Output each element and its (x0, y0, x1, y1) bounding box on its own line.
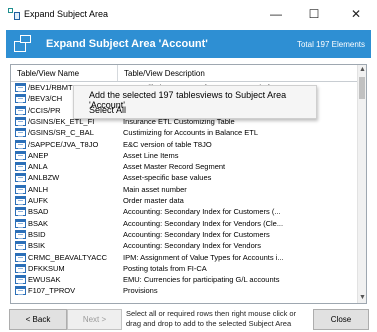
table-name-cell: BSIK (28, 241, 46, 251)
table-description-cell: Posting totals from FI-CA (123, 263, 207, 273)
table-description-cell: Order master data (123, 196, 184, 205)
table-icon (15, 173, 26, 183)
table-icon (15, 162, 26, 172)
expand-area-icon (14, 35, 32, 53)
table-icon (15, 207, 26, 217)
table-description-cell: Provisions (123, 286, 158, 296)
table-description-cell: Asset-specific base values (123, 173, 212, 183)
table-row[interactable]: CRMC_BEAVALTYACC IPM: Assignment of Value… (11, 252, 358, 263)
column-header-name[interactable]: Table/View Name (11, 65, 118, 81)
table-description-cell: Main asset number (123, 184, 187, 194)
maximize-button[interactable]: ☐ (296, 0, 332, 27)
table-description-cell: Asset Line Items (123, 150, 179, 160)
table-name-cell: BSID (28, 229, 46, 239)
banner-title: Expand Subject Area 'Account' (46, 38, 208, 50)
table-row[interactable]: ANLBZW Asset-specific base values (11, 172, 358, 183)
back-button[interactable]: < Back (9, 309, 67, 330)
table-name-cell: ANLH (28, 184, 49, 194)
vertical-scrollbar[interactable]: ▲ ▼ (357, 65, 366, 303)
table-description-cell: EMU: Currencies for participating G/L ac… (123, 275, 280, 285)
table-row[interactable]: ANLA Asset Master Record Segment (11, 161, 358, 172)
table-row[interactable]: EWUSAK EMU: Currencies for participating … (11, 274, 358, 285)
table-name-cell: CRMC_BEAVALTYACC (28, 252, 108, 262)
table-row[interactable]: BSID Accounting: Secondary Index for Cust… (11, 229, 358, 240)
table-icon (15, 128, 26, 138)
instruction-hint: Select all or required rows then right m… (126, 309, 297, 328)
table-description-cell: Accounting: Secondary Index for Customer… (123, 229, 270, 239)
table-name-cell: DFKKSUM (28, 263, 65, 273)
table-icon (15, 229, 26, 239)
header-banner: Expand Subject Area 'Account' Total 197 … (6, 30, 371, 58)
table-name-cell: BSAK (28, 218, 49, 228)
table-row[interactable]: ANLH Main asset number (11, 184, 358, 195)
table-row[interactable]: BSIK Accounting: Secondary Index for Vend… (11, 240, 358, 251)
table-icon (15, 241, 26, 251)
table-name-cell: /SAPPCE/JVA_T8JO (28, 139, 99, 149)
table-icon (15, 94, 26, 104)
table-row[interactable]: /GSINS/SR_C_BAL Custimizing for Accounts … (11, 127, 358, 138)
table-icon (15, 252, 26, 262)
table-icon (15, 83, 26, 92)
table-name-cell: AUFK (28, 196, 49, 205)
table-row[interactable]: F107_TPROV Provisions (11, 285, 358, 296)
table-icon (15, 105, 26, 115)
table-name-cell: /GSINS/SR_C_BAL (28, 128, 94, 138)
app-icon (8, 7, 20, 20)
table-icon (15, 116, 26, 126)
table-description-cell: Asset Master Record Segment (123, 162, 226, 172)
table-description-cell: IPM: Assignment of Value Types for Accou… (123, 252, 284, 262)
next-button[interactable]: Next > (67, 309, 122, 330)
table-description-cell: Accounting: Secondary Index for Vendors … (123, 218, 284, 228)
table-description-cell: Custimizing for Accounts in Balance ETL (123, 128, 259, 138)
close-window-button[interactable]: ✕ (338, 0, 374, 27)
table-icon (15, 184, 26, 194)
column-header-description[interactable]: Table/View Description (118, 65, 358, 81)
scroll-down-arrow[interactable]: ▼ (358, 293, 366, 303)
table-name-cell: EWUSAK (28, 275, 61, 285)
table-row[interactable]: BSAD Accounting: Secondary Index for Cust… (11, 206, 358, 217)
table-description-cell: Accounting: Secondary Index for Vendors (123, 241, 262, 251)
scroll-thumb[interactable] (359, 77, 365, 99)
menu-item-select-all[interactable]: Select All (89, 105, 126, 115)
table-row[interactable]: AUFK Order master data (11, 195, 358, 206)
window-title: Expand Subject Area (24, 8, 109, 19)
grid-header: Table/View Name Table/View Description (11, 65, 358, 82)
table-name-cell: BSAD (28, 207, 49, 217)
table-icon (15, 263, 26, 273)
scroll-up-arrow[interactable]: ▲ (358, 65, 366, 75)
footer-bar: < Back Next > Select all or required row… (0, 306, 377, 332)
context-menu: Add the selected 197 tablesviews to Subj… (73, 85, 317, 119)
table-icon (15, 139, 26, 149)
table-icon (15, 286, 26, 296)
table-row[interactable]: BSAK Accounting: Secondary Index for Vend… (11, 218, 358, 229)
minimize-button[interactable]: — (258, 0, 294, 27)
table-icon (15, 150, 26, 160)
table-row[interactable]: ANEP Asset Line Items (11, 150, 358, 161)
table-row[interactable]: DFKKSUM Posting totals from FI-CA (11, 263, 358, 274)
close-button[interactable]: Close (313, 309, 369, 330)
table-icon (15, 275, 26, 285)
table-icon (15, 218, 26, 228)
table-row[interactable]: /SAPPCE/JVA_T8JO E&C version of table T8J… (11, 139, 358, 150)
table-name-cell: ANEP (28, 150, 49, 160)
table-description-cell: E&C version of table T8JO (123, 139, 212, 149)
table-icon (15, 196, 26, 205)
total-elements-label: Total 197 Elements (296, 39, 365, 49)
table-name-cell: F107_TPROV (28, 286, 76, 296)
title-bar: Expand Subject Area — ☐ ✕ (0, 0, 377, 27)
table-name-cell: ANLBZW (28, 173, 60, 183)
table-name-cell: ANLA (28, 162, 48, 172)
table-description-cell: Accounting: Secondary Index for Customer… (123, 207, 281, 217)
